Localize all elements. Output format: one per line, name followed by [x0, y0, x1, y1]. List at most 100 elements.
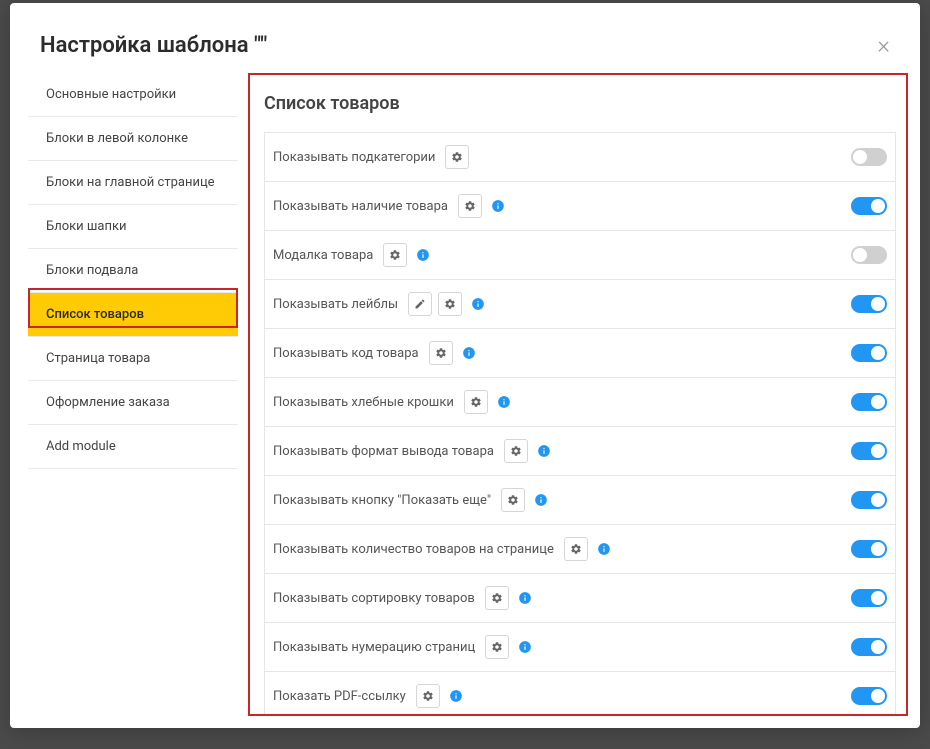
- toggle-switch[interactable]: [851, 344, 887, 362]
- toggle-knob: [871, 591, 885, 605]
- gear-icon[interactable]: [504, 439, 528, 463]
- setting-left: Показывать кнопку "Показать еще": [273, 488, 549, 512]
- sidebar: Основные настройкиБлоки в левой колонкеБ…: [28, 73, 248, 716]
- info-icon[interactable]: [517, 639, 533, 655]
- toggle-knob: [871, 444, 885, 458]
- setting-label: Показывать нумерацию страниц: [273, 640, 475, 655]
- info-icon[interactable]: [448, 688, 464, 704]
- settings-list: Показывать подкатегории Показывать наличи…: [264, 132, 896, 716]
- setting-left: Показывать нумерацию страниц: [273, 635, 533, 659]
- gear-icon[interactable]: [438, 292, 462, 316]
- setting-left: Показывать количество товаров на страниц…: [273, 537, 612, 561]
- info-icon[interactable]: [470, 296, 486, 312]
- setting-row-1: Показывать наличие товара: [264, 182, 896, 231]
- sidebar-item-6[interactable]: Страница товара: [28, 337, 238, 381]
- gear-icon[interactable]: [445, 145, 469, 169]
- toggle-switch[interactable]: [851, 638, 887, 656]
- info-icon[interactable]: [490, 198, 506, 214]
- setting-row-5: Показывать хлебные крошки: [264, 378, 896, 427]
- info-icon[interactable]: [596, 541, 612, 557]
- info-icon[interactable]: [461, 345, 477, 361]
- toggle-switch[interactable]: [851, 148, 887, 166]
- sidebar-item-1[interactable]: Блоки в левой колонке: [28, 117, 238, 161]
- setting-row-4: Показывать код товара: [264, 329, 896, 378]
- modal-header: Настройка шаблона "" ×: [10, 3, 920, 73]
- toggle-knob: [871, 297, 885, 311]
- toggle-knob: [871, 542, 885, 556]
- setting-left: Показывать наличие товара: [273, 194, 506, 218]
- settings-modal: Настройка шаблона "" × Основные настройк…: [10, 3, 920, 728]
- setting-row-2: Модалка товара: [264, 231, 896, 280]
- toggle-switch[interactable]: [851, 491, 887, 509]
- setting-label: Показывать кнопку "Показать еще": [273, 493, 491, 508]
- sidebar-item-7[interactable]: Оформление заказа: [28, 381, 238, 425]
- setting-label: Показывать количество товаров на страниц…: [273, 542, 554, 557]
- toggle-switch[interactable]: [851, 540, 887, 558]
- setting-row-0: Показывать подкатегории: [264, 132, 896, 182]
- gear-icon[interactable]: [429, 341, 453, 365]
- gear-icon[interactable]: [485, 635, 509, 659]
- toggle-switch[interactable]: [851, 393, 887, 411]
- toggle-switch[interactable]: [851, 589, 887, 607]
- setting-label: Модалка товара: [273, 248, 373, 263]
- setting-left: Показывать код товара: [273, 341, 477, 365]
- sidebar-item-3[interactable]: Блоки шапки: [28, 205, 238, 249]
- info-icon[interactable]: [415, 247, 431, 263]
- toggle-knob: [871, 395, 885, 409]
- setting-row-7: Показывать кнопку "Показать еще": [264, 476, 896, 525]
- setting-label: Показывать код товара: [273, 346, 419, 361]
- toggle-knob: [871, 493, 885, 507]
- modal-body: Основные настройкиБлоки в левой колонкеБ…: [10, 73, 920, 728]
- info-icon[interactable]: [536, 443, 552, 459]
- toggle-knob: [871, 199, 885, 213]
- setting-row-8: Показывать количество товаров на страниц…: [264, 525, 896, 574]
- gear-icon[interactable]: [383, 243, 407, 267]
- toggle-switch[interactable]: [851, 442, 887, 460]
- setting-left: Показывать лейблы: [273, 292, 486, 316]
- close-icon[interactable]: ×: [877, 33, 890, 57]
- sidebar-item-8[interactable]: Add module: [28, 425, 238, 469]
- toggle-switch[interactable]: [851, 246, 887, 264]
- content-heading: Список товаров: [264, 93, 896, 114]
- info-icon[interactable]: [517, 590, 533, 606]
- toggle-knob: [871, 640, 885, 654]
- setting-left: Показывать подкатегории: [273, 145, 469, 169]
- setting-label: Показывать формат вывода товара: [273, 444, 494, 459]
- toggle-switch[interactable]: [851, 295, 887, 313]
- gear-icon[interactable]: [464, 390, 488, 414]
- setting-left: Показывать хлебные крошки: [273, 390, 512, 414]
- info-icon[interactable]: [533, 492, 549, 508]
- toggle-knob: [871, 346, 885, 360]
- setting-left: Модалка товара: [273, 243, 431, 267]
- gear-icon[interactable]: [564, 537, 588, 561]
- pencil-icon[interactable]: [408, 292, 432, 316]
- content-panel: Список товаров Показывать подкатегорииПо…: [248, 73, 908, 716]
- setting-row-10: Показывать нумерацию страниц: [264, 623, 896, 672]
- setting-left: Показывать формат вывода товара: [273, 439, 552, 463]
- setting-row-3: Показывать лейблы: [264, 280, 896, 329]
- sidebar-item-5[interactable]: Список товаров: [28, 293, 238, 337]
- setting-label: Показывать хлебные крошки: [273, 395, 454, 410]
- toggle-knob: [853, 150, 867, 164]
- gear-icon[interactable]: [501, 488, 525, 512]
- sidebar-item-2[interactable]: Блоки на главной странице: [28, 161, 238, 205]
- toggle-knob: [853, 248, 867, 262]
- sidebar-item-4[interactable]: Блоки подвала: [28, 249, 238, 293]
- toggle-knob: [871, 689, 885, 703]
- setting-label: Показывать сортировку товаров: [273, 591, 475, 606]
- setting-left: Показать PDF-ссылку: [273, 684, 464, 708]
- toggle-switch[interactable]: [851, 197, 887, 215]
- gear-icon[interactable]: [458, 194, 482, 218]
- setting-label: Показывать подкатегории: [273, 150, 435, 165]
- setting-left: Показывать сортировку товаров: [273, 586, 533, 610]
- gear-icon[interactable]: [485, 586, 509, 610]
- setting-label: Показывать лейблы: [273, 297, 398, 312]
- toggle-switch[interactable]: [851, 687, 887, 705]
- setting-row-9: Показывать сортировку товаров: [264, 574, 896, 623]
- setting-row-11: Показать PDF-ссылку: [264, 672, 896, 716]
- setting-row-6: Показывать формат вывода товара: [264, 427, 896, 476]
- info-icon[interactable]: [496, 394, 512, 410]
- setting-label: Показать PDF-ссылку: [273, 689, 406, 704]
- gear-icon[interactable]: [416, 684, 440, 708]
- sidebar-item-0[interactable]: Основные настройки: [28, 73, 238, 117]
